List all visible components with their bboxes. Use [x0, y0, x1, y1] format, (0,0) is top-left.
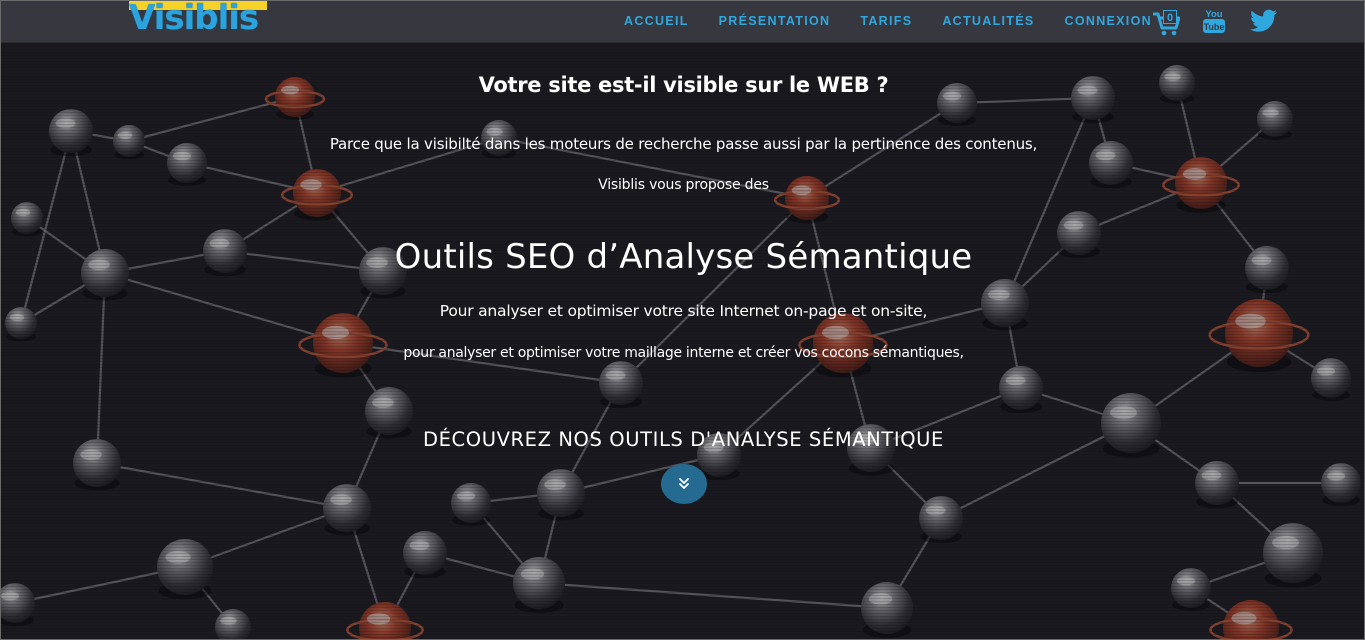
double-chevron-down-icon [679, 478, 689, 489]
youtube-text-you: You [1205, 9, 1222, 20]
nav-item-tarifs[interactable]: TARIFS [860, 14, 912, 28]
main-nav: ACCUEIL PRÉSENTATION TARIFS ACTUALITÉS C… [624, 1, 1152, 41]
discover-tools-link[interactable]: DÉCOUVREZ NOS OUTILS D'ANALYSE SÉMANTIQU… [1, 428, 1364, 451]
hero-headline: Outils SEO d’Analyse Sémantique [394, 237, 973, 277]
hero-lead-line-2: Visiblis vous propose des [598, 177, 769, 193]
nav-icons: 0 You Tube [1152, 1, 1278, 41]
youtube-icon[interactable]: You Tube [1202, 7, 1226, 35]
hero-lead-line-1: Parce que la visibilté dans les moteurs … [329, 135, 1038, 153]
visiblis-logo[interactable]: Visiblis [129, 1, 269, 39]
hero-sub-line-2: pour analyser et optimiser votre maillag… [403, 345, 964, 361]
nav-item-accueil[interactable]: ACCUEIL [624, 14, 689, 28]
nav-item-actualites[interactable]: ACTUALITÉS [942, 14, 1034, 28]
cart-count-badge: 0 [1163, 10, 1177, 24]
hero-sub-line-1: Pour analyser et optimiser votre site In… [439, 302, 928, 320]
logo-text: Visiblis [129, 0, 259, 38]
nav-item-connexion[interactable]: CONNEXION [1065, 14, 1152, 28]
twitter-icon[interactable] [1250, 9, 1278, 33]
network-background-image [1, 43, 1364, 639]
scroll-down-button[interactable] [661, 464, 707, 504]
cart-button[interactable]: 0 [1152, 8, 1180, 36]
nav-item-presentation[interactable]: PRÉSENTATION [719, 14, 831, 28]
youtube-text-tube: Tube [1204, 22, 1225, 32]
page-frame: Visiblis ACCUEIL PRÉSENTATION TARIFS ACT… [0, 0, 1365, 640]
top-navbar: Visiblis ACCUEIL PRÉSENTATION TARIFS ACT… [1, 1, 1364, 43]
hero-title: Votre site est-il visible sur le WEB ? [478, 73, 889, 97]
